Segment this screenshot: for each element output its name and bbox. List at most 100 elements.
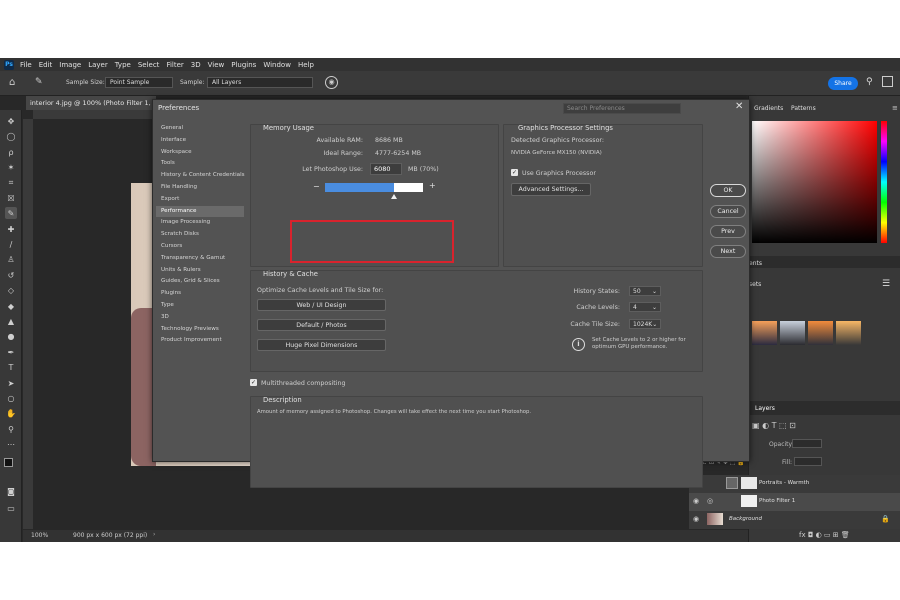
fill-input[interactable]: [794, 457, 822, 466]
more-tools-icon[interactable]: ⋯: [5, 438, 17, 450]
memory-increase-icon[interactable]: +: [429, 181, 436, 190]
memory-slider-thumb[interactable]: [390, 194, 397, 199]
layer-name[interactable]: Portraits - Warmth: [759, 480, 809, 486]
layer-mask-thumbnail[interactable]: [741, 477, 757, 489]
advanced-settings-button[interactable]: Advanced Settings...: [511, 183, 591, 196]
crop-icon[interactable]: ⌗: [5, 177, 17, 189]
layer-row[interactable]: ◉ Portraits - Warmth: [689, 475, 900, 493]
panel-menu-icon[interactable]: ≡: [892, 104, 898, 112]
history-states-select[interactable]: 50 ⌄: [629, 286, 661, 296]
next-button[interactable]: Next: [710, 245, 746, 258]
memory-decrease-icon[interactable]: −: [313, 182, 320, 191]
menu-type[interactable]: Type: [115, 61, 131, 69]
type-icon[interactable]: T: [5, 361, 17, 373]
nav-product-improvement[interactable]: Product Improvement: [156, 335, 244, 347]
cache-tile-size-select[interactable]: 1024K ⌄: [629, 319, 661, 329]
share-button[interactable]: Share: [828, 77, 858, 90]
preset-thumbnail-2[interactable]: [780, 321, 805, 345]
visibility-icon[interactable]: ◉: [693, 515, 699, 523]
nav-type[interactable]: Type: [156, 300, 244, 312]
brush-icon[interactable]: ∕: [5, 238, 17, 250]
nav-scratch-disks[interactable]: Scratch Disks: [156, 229, 244, 241]
menu-window[interactable]: Window: [263, 61, 291, 69]
nav-general[interactable]: General: [156, 123, 244, 135]
nav-performance[interactable]: Performance: [156, 205, 244, 218]
nav-history[interactable]: History & Content Credentials: [156, 170, 245, 182]
nav-units-rulers[interactable]: Units & Rulers: [156, 265, 244, 277]
menu-image[interactable]: Image: [59, 61, 81, 69]
nav-plugins[interactable]: Plugins: [156, 288, 244, 300]
paint-bucket-icon[interactable]: ◆: [5, 300, 17, 312]
layer-mask-thumbnail[interactable]: [741, 495, 757, 507]
color-picker-field[interactable]: [752, 121, 877, 243]
history-brush-icon[interactable]: ↺: [5, 269, 17, 281]
nav-file-handling[interactable]: File Handling: [156, 182, 244, 194]
foreground-color-swatch[interactable]: [4, 458, 13, 467]
stamp-icon[interactable]: ♙: [5, 253, 17, 265]
tab-gradients[interactable]: Gradients: [754, 105, 783, 112]
home-icon[interactable]: ⌂: [9, 77, 15, 88]
nav-cursors[interactable]: Cursors: [156, 241, 244, 253]
menu-3d[interactable]: 3D: [191, 61, 201, 69]
layer-name[interactable]: Background: [729, 516, 762, 522]
sample-select[interactable]: All Layers: [207, 77, 313, 88]
cancel-button[interactable]: Cancel: [710, 205, 746, 218]
pen-icon[interactable]: ✒: [5, 346, 17, 358]
menu-select[interactable]: Select: [138, 61, 160, 69]
magic-wand-icon[interactable]: ✶: [5, 161, 17, 173]
quick-mask-icon[interactable]: ◙: [5, 485, 17, 497]
visibility-icon[interactable]: ◉: [693, 497, 699, 505]
hand-icon[interactable]: ✋: [5, 407, 17, 419]
opacity-input[interactable]: [792, 439, 822, 448]
layer-row[interactable]: ◉ Background 🔒: [689, 511, 900, 529]
nav-workspace[interactable]: Workspace: [156, 147, 244, 159]
close-icon[interactable]: ✕: [735, 101, 743, 112]
ellipse-tool-icon[interactable]: ○: [5, 392, 17, 404]
tab-patterns[interactable]: Patterns: [791, 105, 816, 112]
ellipse-marquee-icon[interactable]: ◯: [5, 130, 17, 142]
search-icon[interactable]: ⚲: [866, 77, 873, 87]
sample-size-select[interactable]: Point Sample: [105, 77, 173, 88]
eyedropper-icon[interactable]: ✎: [5, 207, 17, 219]
ok-button[interactable]: OK: [710, 184, 746, 197]
nav-image-processing[interactable]: Image Processing: [156, 217, 244, 229]
memory-slider-track[interactable]: [325, 183, 423, 192]
list-view-icon[interactable]: ☰: [882, 279, 890, 289]
path-select-icon[interactable]: ➤: [5, 377, 17, 389]
prev-button[interactable]: Prev: [710, 225, 746, 238]
tab-layers[interactable]: Layers: [755, 405, 775, 412]
preset-thumbnail-1[interactable]: [752, 321, 777, 345]
preset-thumbnail-3[interactable]: [808, 321, 833, 345]
menu-edit[interactable]: Edit: [39, 61, 53, 69]
lasso-icon[interactable]: ρ: [5, 146, 17, 158]
search-preferences-input[interactable]: Search Preferences: [563, 103, 681, 114]
menu-filter[interactable]: Filter: [166, 61, 183, 69]
memory-amount-input[interactable]: 6080: [370, 163, 402, 175]
dodge-icon[interactable]: ●: [5, 330, 17, 342]
menu-help[interactable]: Help: [298, 61, 314, 69]
menu-layer[interactable]: Layer: [88, 61, 108, 69]
layer-actions[interactable]: fx ◘ ◐ ▭ ⊞ 🗑: [799, 531, 850, 539]
web-ui-design-button[interactable]: Web / UI Design: [257, 299, 386, 311]
workspace-icon[interactable]: [882, 76, 893, 87]
menu-plugins[interactable]: Plugins: [231, 61, 256, 69]
nav-interface[interactable]: Interface: [156, 135, 244, 147]
hue-slider[interactable]: [881, 121, 887, 243]
menu-view[interactable]: View: [208, 61, 225, 69]
document-tab[interactable]: interior 4.jpg @ 100% (Photo Filter 1, L…: [26, 96, 156, 110]
preset-thumbnail-4[interactable]: [836, 321, 861, 345]
tab-adjustments[interactable]: ents: [749, 260, 762, 267]
use-gpu-checkbox[interactable]: ✓: [511, 169, 518, 176]
sample-ring-icon[interactable]: ◉: [325, 76, 338, 89]
huge-pixel-dimensions-button[interactable]: Huge Pixel Dimensions: [257, 339, 386, 351]
cache-levels-select[interactable]: 4 ⌄: [629, 302, 661, 312]
nav-guides[interactable]: Guides, Grid & Slices: [156, 276, 244, 288]
eyedropper-tool-icon[interactable]: ✎: [35, 77, 43, 87]
blur-icon[interactable]: ▲: [5, 315, 17, 327]
nav-transparency[interactable]: Transparency & Gamut: [156, 253, 244, 265]
menu-file[interactable]: File: [20, 61, 32, 69]
nav-tools[interactable]: Tools: [156, 158, 244, 170]
layer-name[interactable]: Photo Filter 1: [759, 498, 795, 504]
nav-3d[interactable]: 3D: [156, 312, 244, 324]
move-tool-icon[interactable]: ✥: [5, 115, 17, 127]
